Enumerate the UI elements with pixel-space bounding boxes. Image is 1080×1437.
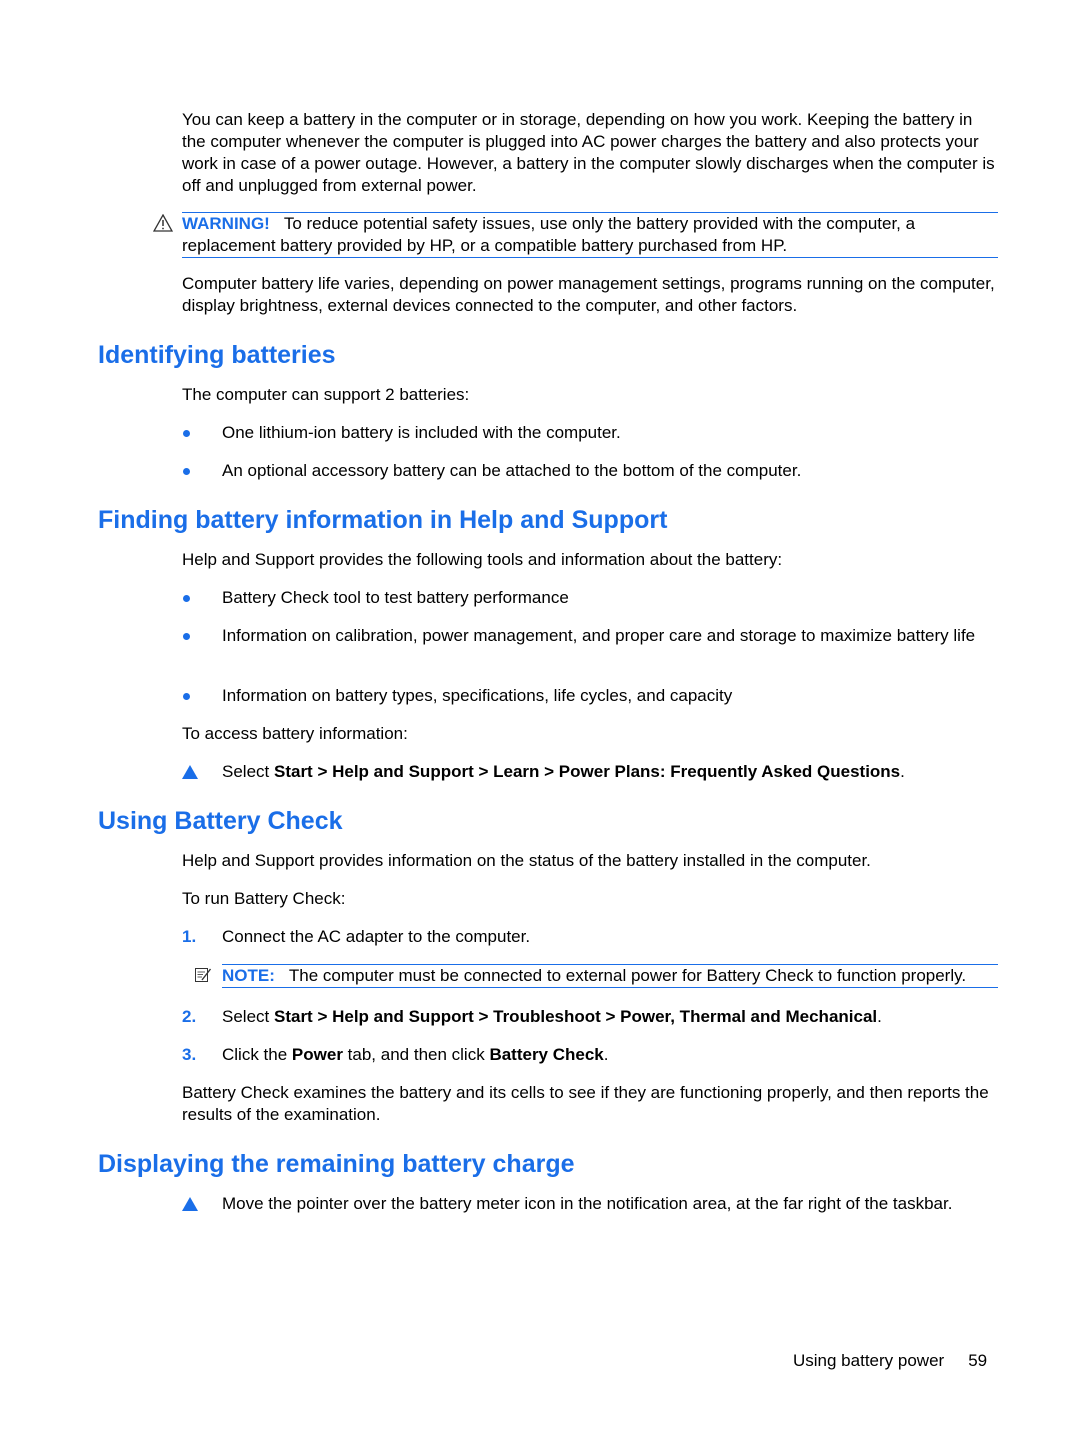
note-text: The computer must be connected to extern…: [288, 966, 967, 985]
heading-using-battery-check: Using Battery Check: [98, 807, 343, 835]
step-triangle-icon: [182, 765, 198, 779]
access-intro: To access battery information:: [182, 724, 408, 743]
battery-life-paragraph: Computer battery life varies, depending …: [182, 274, 995, 315]
list-item: Information on calibration, power manage…: [182, 625, 998, 647]
warning-label: WARNING!: [182, 214, 270, 233]
bullet-icon: [183, 468, 190, 475]
bullet-icon: [183, 430, 190, 437]
menu-path: Start > Help and Support > Learn > Power…: [273, 762, 901, 781]
run-intro: To run Battery Check:: [182, 889, 346, 908]
note-callout: NOTE: The computer must be connected to e…: [222, 964, 998, 988]
bullet-icon: [183, 693, 190, 700]
numbered-step: 1. Connect the AC adapter to the compute…: [182, 927, 531, 946]
page-footer: Using battery power 59: [793, 1350, 987, 1372]
heading-finding-battery-info: Finding battery information in Help and …: [98, 506, 668, 534]
list-item: An optional accessory battery can be att…: [182, 460, 998, 482]
heading-displaying-remaining-charge: Displaying the remaining battery charge: [98, 1150, 575, 1178]
bullet-icon: [183, 633, 190, 640]
heading-identifying-batteries: Identifying batteries: [98, 341, 336, 369]
procedure-step: Move the pointer over the battery meter …: [182, 1193, 998, 1215]
intro-paragraph: You can keep a battery in the computer o…: [182, 110, 995, 195]
battery-check-outro: Battery Check examines the battery and i…: [182, 1083, 989, 1124]
numbered-step: 3. Click the Power tab, and then click B…: [182, 1045, 609, 1064]
warning-text: To reduce potential safety issues, use o…: [182, 214, 916, 255]
note-icon: [195, 968, 212, 982]
bullet-icon: [183, 595, 190, 602]
menu-path: Start > Help and Support > Troubleshoot …: [273, 1007, 878, 1026]
warning-callout: WARNING! To reduce potential safety issue…: [182, 212, 998, 258]
identifying-intro: The computer can support 2 batteries:: [182, 385, 470, 404]
list-item: Battery Check tool to test battery perfo…: [182, 587, 998, 609]
list-item: One lithium-ion battery is included with…: [182, 422, 998, 444]
warning-triangle-icon: [153, 214, 173, 232]
procedure-step: Select Start > Help and Support > Learn …: [182, 761, 998, 783]
battery-check-intro: Help and Support provides information on…: [182, 851, 871, 870]
step-triangle-icon: [182, 1197, 198, 1211]
list-item: Information on battery types, specificat…: [182, 685, 998, 707]
finding-intro: Help and Support provides the following …: [182, 550, 783, 569]
page-number: 59: [968, 1351, 988, 1370]
numbered-step: 2. Select Start > Help and Support > Tro…: [182, 1007, 882, 1026]
footer-section-title: Using battery power: [793, 1351, 945, 1370]
note-label: NOTE:: [222, 966, 275, 985]
